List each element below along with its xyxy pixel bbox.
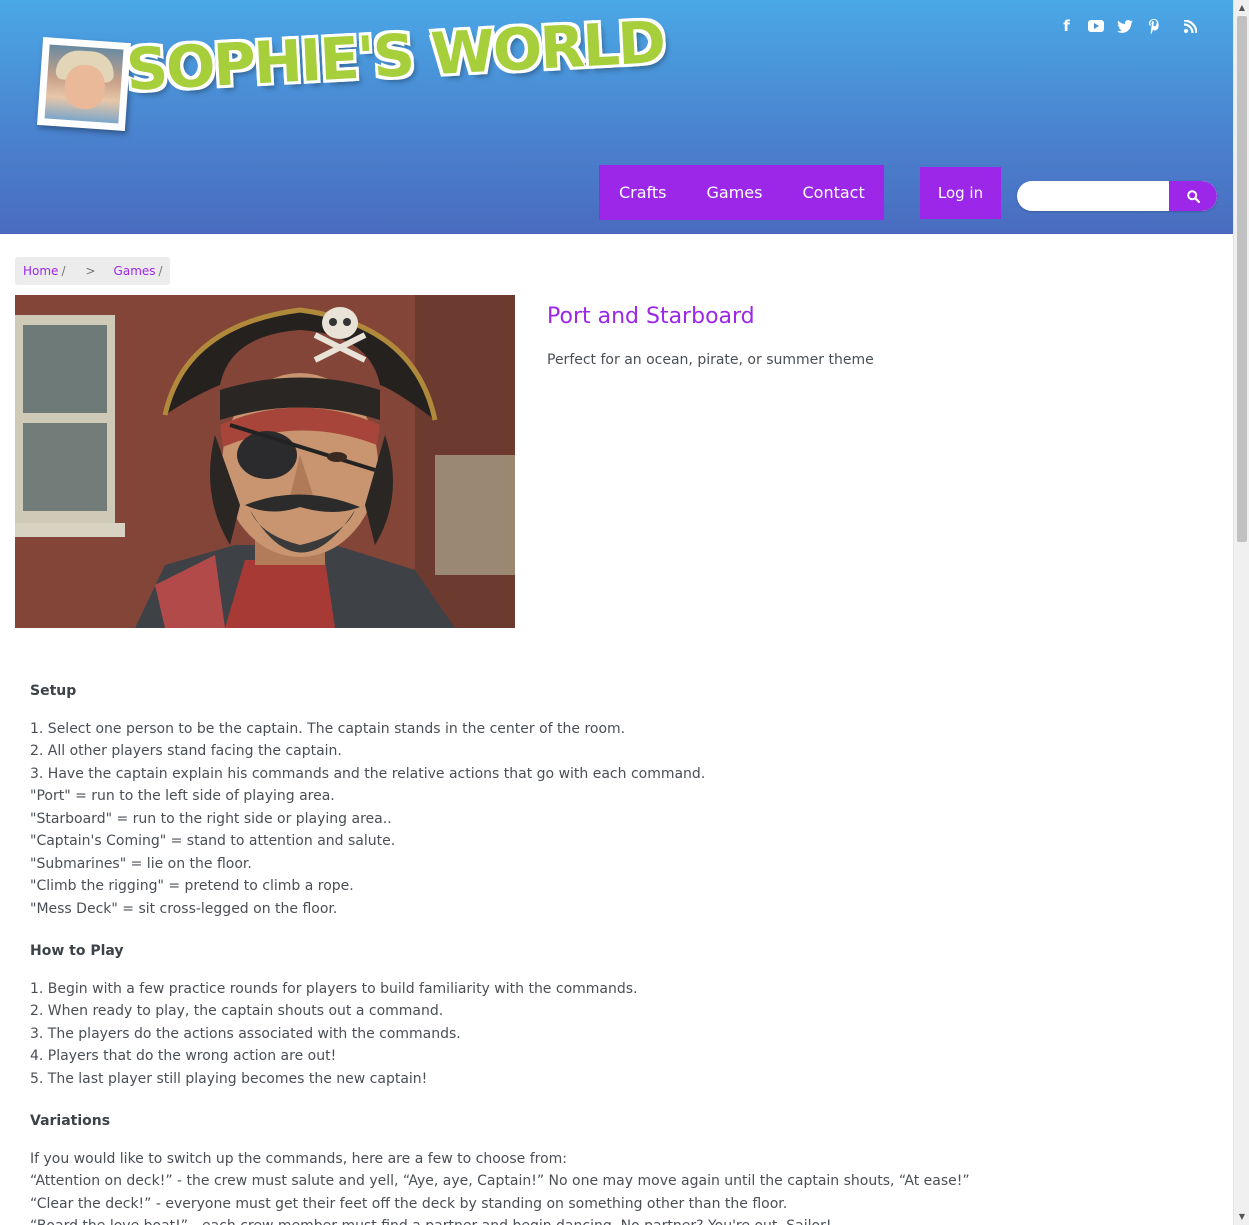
scroll-thumb[interactable]: [1237, 16, 1247, 542]
twitter-icon[interactable]: [1110, 16, 1139, 36]
text-line: 2. When ready to play, the captain shout…: [30, 1003, 444, 1019]
facebook-icon[interactable]: f: [1052, 16, 1081, 36]
section-heading: How to Play: [30, 943, 124, 959]
search-icon: [1186, 189, 1200, 203]
section-heading: Variations: [30, 1113, 111, 1129]
section-heading: Setup: [30, 683, 77, 699]
breadcrumb-separator: /: [61, 264, 66, 278]
site-logo[interactable]: SOPHIE'S WORLD: [34, 8, 666, 134]
logo-text: SOPHIE'S WORLD: [124, 7, 666, 105]
social-links: f: [1052, 16, 1205, 36]
site-header: SOPHIE'S WORLD f Crafts Games Contact Lo…: [0, 0, 1233, 234]
breadcrumb-separator: /: [158, 264, 163, 278]
breadcrumb: Home / > Games /: [15, 257, 170, 285]
text-line: "Captain's Coming" = stand to attention …: [30, 833, 396, 849]
text-line: "Port" = run to the left side of playing…: [30, 788, 335, 804]
variations-section: Variations If you would like to switch u…: [30, 1110, 1210, 1225]
page-subtitle: Perfect for an ocean, pirate, or summer …: [547, 352, 874, 368]
rss-icon[interactable]: [1176, 16, 1205, 36]
scroll-down-arrow[interactable]: ▼: [1237, 1212, 1247, 1222]
how-to-play-section: How to Play 1. Begin with a few practice…: [30, 940, 1210, 1090]
text-line: 3. Have the captain explain his commands…: [30, 765, 706, 782]
breadcrumb-games[interactable]: Games: [114, 264, 156, 278]
game-image: [15, 295, 515, 628]
text-line: “Clear the deck!” - everyone must get th…: [30, 1195, 788, 1212]
text-line: If you would like to switch up the comma…: [30, 1150, 568, 1167]
text-line: "Starboard" = run to the right side or p…: [30, 810, 392, 827]
article-body: Setup 1. Select one person to be the cap…: [30, 680, 1210, 1225]
youtube-icon[interactable]: [1081, 16, 1110, 36]
text-line: "Submarines" = lie on the floor.: [30, 855, 252, 872]
text-line: 2. All other players stand facing the ca…: [30, 743, 342, 759]
search-button[interactable]: [1169, 181, 1217, 211]
breadcrumb-chevron: >: [85, 264, 96, 278]
search-input[interactable]: [1017, 181, 1169, 211]
text-line: 4. Players that do the wrong action are …: [30, 1048, 337, 1064]
breadcrumb-home[interactable]: Home: [23, 264, 58, 278]
nav-crafts[interactable]: Crafts: [619, 183, 667, 202]
text-line: "Mess Deck" = sit cross-legged on the fl…: [30, 900, 338, 917]
login-button[interactable]: Log in: [920, 167, 1001, 219]
page-scrollbar[interactable]: ▲ ▼: [1233, 0, 1249, 1225]
text-line: 1. Begin with a few practice rounds for …: [30, 980, 638, 997]
page-title: Port and Starboard: [547, 304, 755, 329]
text-line: “Attention on deck!” - the crew must sal…: [30, 1173, 970, 1189]
text-line: “Board the love boat!” - each crew membe…: [30, 1215, 1210, 1225]
text-line: "Climb the rigging" = pretend to climb a…: [30, 878, 354, 894]
text-line: 3. The players do the actions associated…: [30, 1025, 461, 1042]
logo-photo: [37, 37, 131, 131]
nav-contact[interactable]: Contact: [802, 183, 864, 202]
text-line: 5. The last player still playing becomes…: [30, 1070, 428, 1087]
text-line: 1. Select one person to be the captain. …: [30, 720, 626, 737]
main-nav: Crafts Games Contact: [599, 165, 884, 220]
nav-games[interactable]: Games: [707, 183, 763, 202]
pinterest-icon[interactable]: [1139, 16, 1168, 36]
search-box: [1017, 181, 1217, 211]
setup-section: Setup 1. Select one person to be the cap…: [30, 680, 1210, 920]
scroll-up-arrow[interactable]: ▲: [1237, 3, 1247, 13]
